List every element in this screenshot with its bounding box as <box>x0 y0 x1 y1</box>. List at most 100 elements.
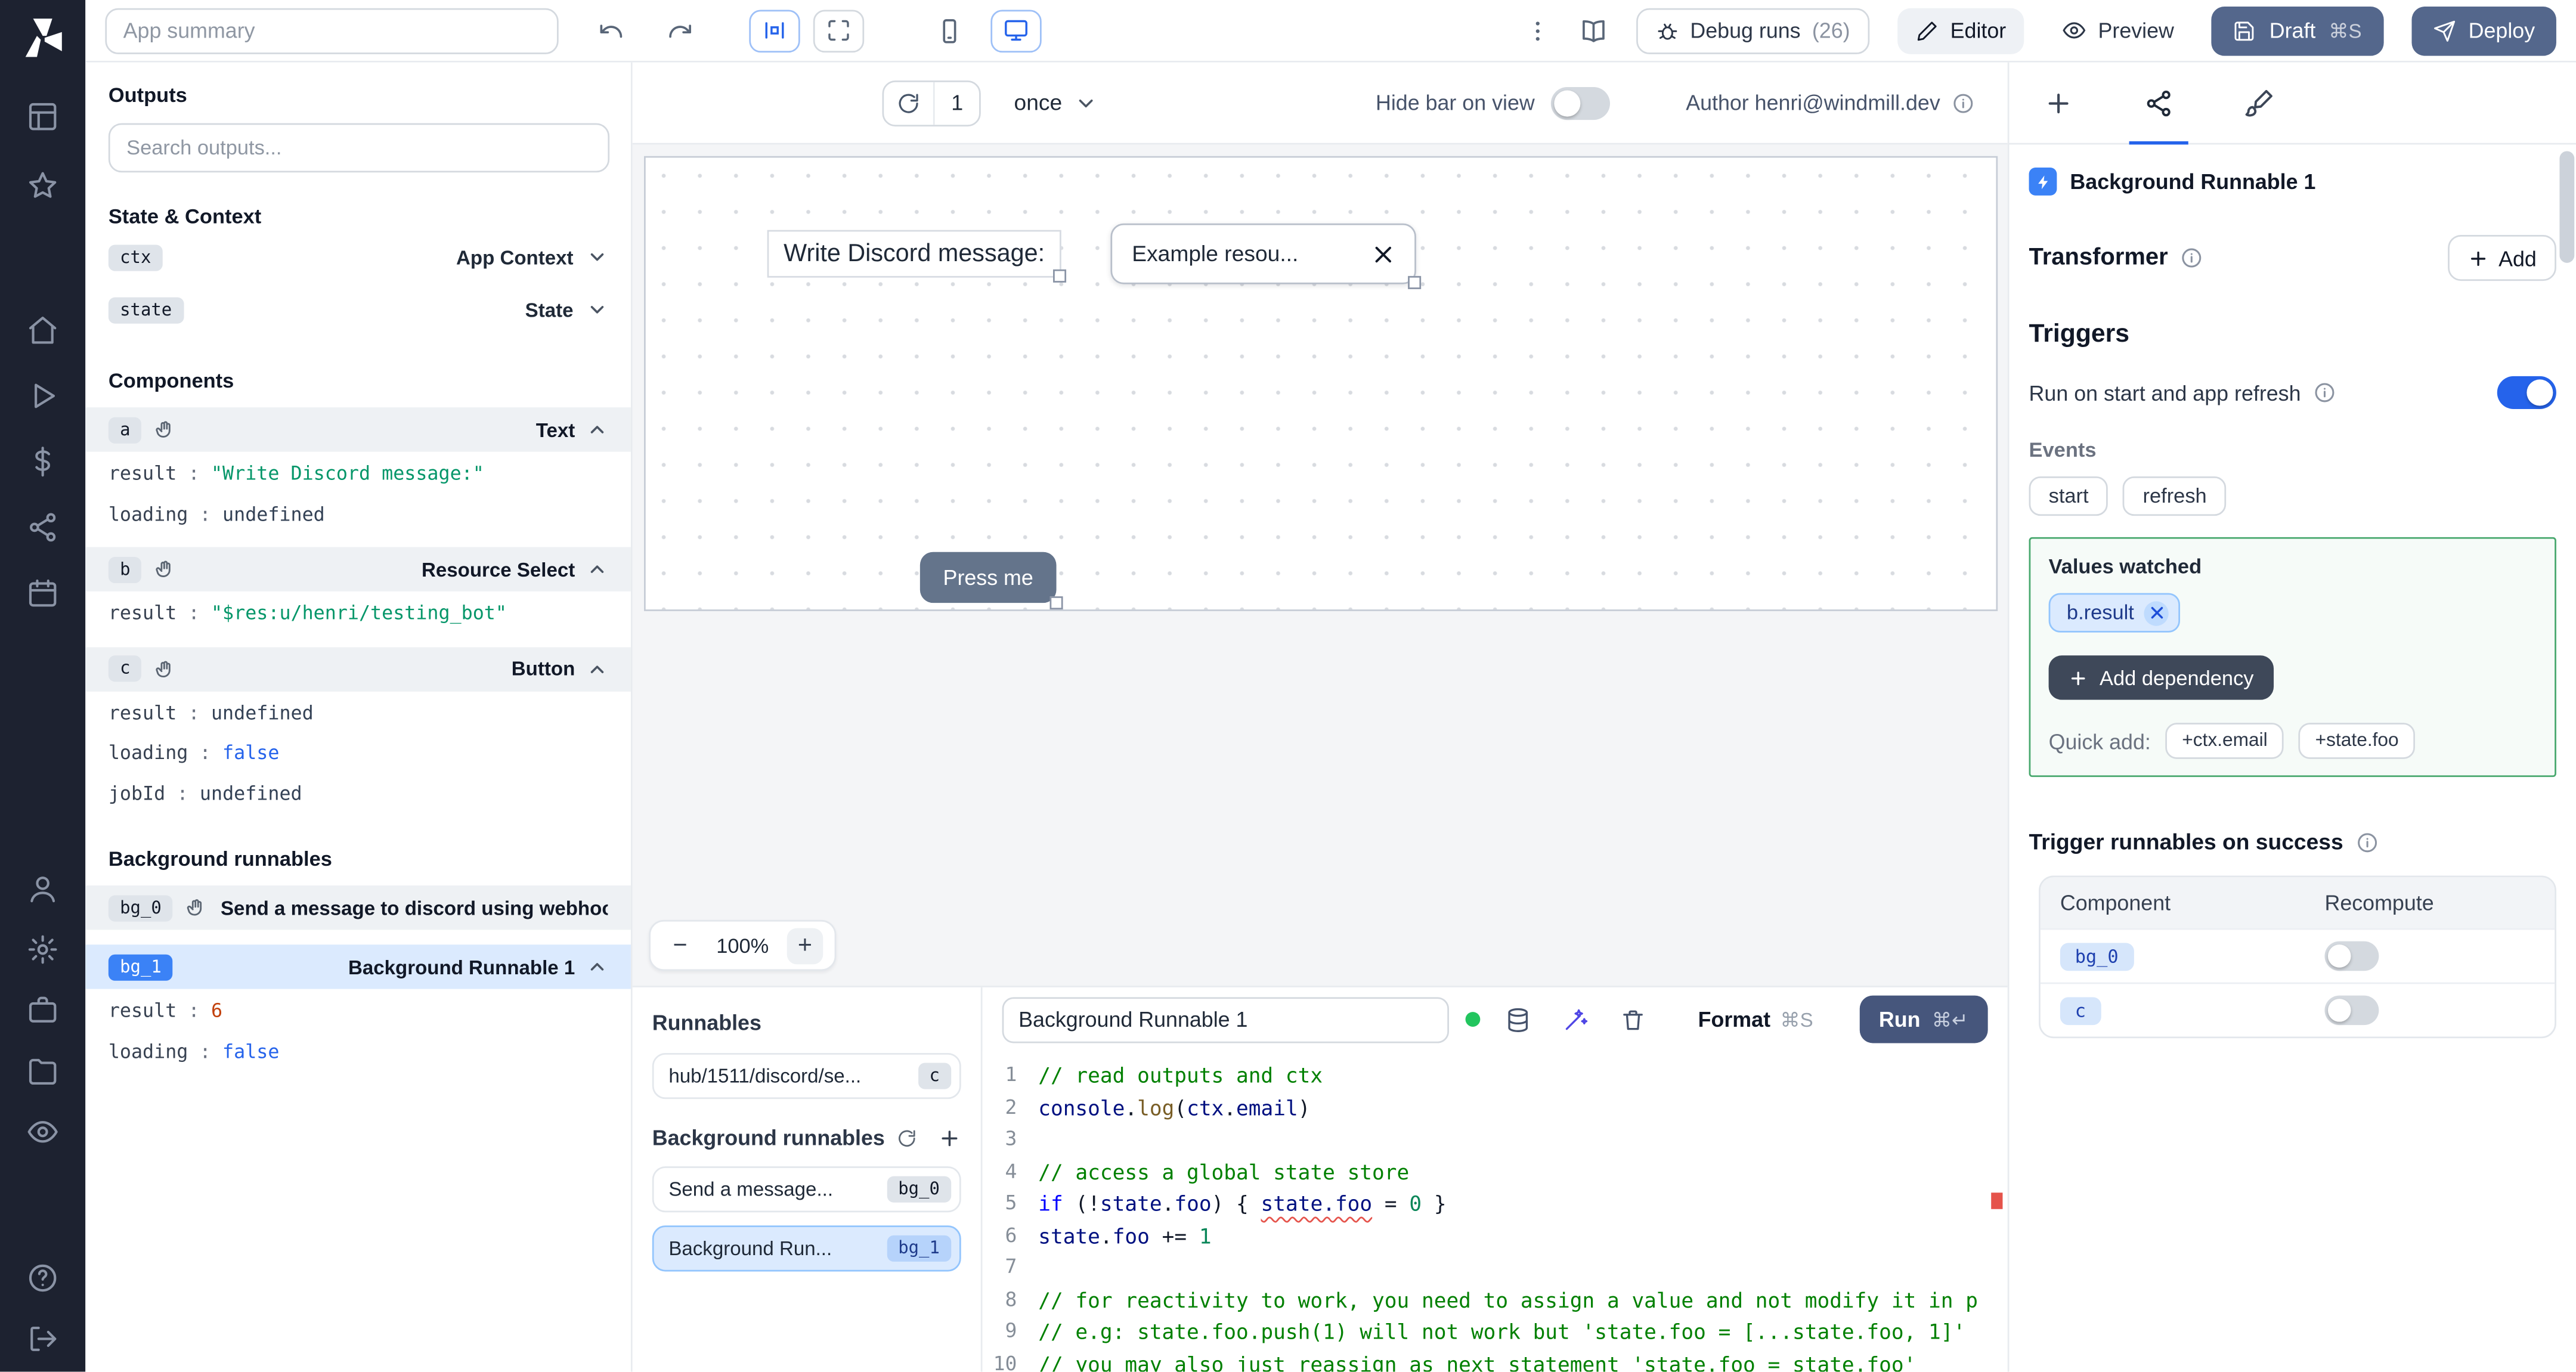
resources-icon[interactable] <box>26 511 59 544</box>
chevron-down-icon[interactable] <box>587 299 608 320</box>
bg0-row[interactable]: bg_0 Send a message to discord using web… <box>85 885 631 930</box>
info-icon[interactable] <box>2357 831 2380 854</box>
runnable-item-hub[interactable]: hub/1511/discord/se... c <box>652 1053 961 1100</box>
watched-dependency-chip[interactable]: b.result <box>2048 593 2181 633</box>
run-button[interactable]: Run ⌘↵ <box>1859 995 1988 1043</box>
runs-icon[interactable] <box>26 379 59 412</box>
home-icon[interactable] <box>26 314 59 346</box>
connections-icon[interactable] <box>2129 63 2188 145</box>
component-c-header[interactable]: c Button <box>85 646 631 691</box>
redo-icon[interactable] <box>667 17 693 44</box>
info-icon[interactable] <box>1952 91 1975 114</box>
runnable-item-bg1-selected[interactable]: Background Run... bg_1 <box>652 1225 961 1272</box>
hide-bar-toggle[interactable] <box>1551 86 1611 119</box>
center-canvas-icon[interactable] <box>749 9 800 52</box>
component-chip-bg0[interactable]: bg_0 <box>2060 942 2134 970</box>
docs-book-icon[interactable] <box>1578 16 1608 45</box>
quick-add-state-foo[interactable]: +state.foo <box>2299 723 2416 759</box>
app-artboard[interactable]: Write Discord message: Example resou... … <box>643 156 1998 611</box>
chevron-up-icon[interactable] <box>587 956 608 977</box>
ctx-row[interactable]: ctx App Context <box>85 233 631 281</box>
resize-handle[interactable] <box>1408 275 1422 289</box>
clear-x-icon[interactable] <box>1372 242 1395 265</box>
workers-briefcase-icon[interactable] <box>26 994 59 1027</box>
kebab-menu-icon[interactable] <box>1524 17 1550 44</box>
remove-dependency-x-icon[interactable] <box>2144 600 2169 625</box>
hand-pointer-icon[interactable] <box>186 897 208 918</box>
favorites-star-icon[interactable] <box>26 169 59 202</box>
schedules-icon[interactable] <box>26 577 59 609</box>
code-line[interactable]: 2 console.log(ctx.email) <box>983 1092 2008 1124</box>
delete-trash-icon[interactable] <box>1619 1006 1645 1032</box>
settings-gear-icon[interactable] <box>26 933 59 966</box>
frequency-select[interactable]: once <box>1004 89 1107 117</box>
audit-eye-icon[interactable] <box>26 1116 59 1148</box>
windmill-logo[interactable] <box>20 15 66 61</box>
code-line[interactable]: 3 <box>983 1123 2008 1156</box>
component-a-header[interactable]: a Text <box>85 407 631 452</box>
search-outputs-input[interactable] <box>108 123 610 173</box>
code-line[interactable]: 5 if (!state.foo) { state.foo = 0 } <box>983 1188 2008 1220</box>
refresh-group[interactable]: 1 <box>882 79 982 126</box>
component-b-header[interactable]: b Resource Select <box>85 547 631 591</box>
code-line[interactable]: 7 <box>983 1252 2008 1284</box>
user-icon[interactable] <box>26 872 59 905</box>
event-chip-start[interactable]: start <box>2029 476 2109 516</box>
refresh-icon[interactable] <box>884 81 933 124</box>
runnable-item-bg0[interactable]: Send a message... bg_0 <box>652 1166 961 1213</box>
add-dependency-button[interactable]: Add dependency <box>2048 655 2274 700</box>
recompute-toggle-c[interactable] <box>2324 995 2379 1026</box>
chevron-down-icon[interactable] <box>587 246 608 268</box>
collapse-sidebar-icon[interactable] <box>26 1323 59 1355</box>
info-icon[interactable] <box>2179 246 2203 270</box>
text-component[interactable]: Write Discord message: <box>767 230 1066 283</box>
state-row[interactable]: state State <box>85 286 631 333</box>
fullscreen-icon[interactable] <box>813 9 865 52</box>
canvas[interactable]: Write Discord message: Example resou... … <box>632 144 2008 986</box>
preview-tab-button[interactable]: Preview <box>2052 17 2184 45</box>
runnable-name-input[interactable] <box>1002 996 1449 1043</box>
resize-handle[interactable] <box>1052 269 1066 283</box>
styling-brush-icon[interactable] <box>2244 63 2274 143</box>
event-chip-refresh[interactable]: refresh <box>2123 476 2227 516</box>
press-me-button[interactable]: Press me <box>919 552 1063 610</box>
folders-icon[interactable] <box>26 1055 59 1088</box>
deploy-button[interactable]: Deploy <box>2411 5 2556 55</box>
insert-plus-icon[interactable] <box>2044 63 2073 143</box>
chevron-up-icon[interactable] <box>587 658 608 679</box>
zoom-in-button[interactable]: + <box>787 927 823 964</box>
info-icon[interactable] <box>2312 381 2336 404</box>
quick-add-ctx-email[interactable]: +ctx.email <box>2165 723 2284 759</box>
desktop-view-icon[interactable] <box>990 9 1042 52</box>
hand-pointer-icon[interactable] <box>155 419 177 441</box>
app-summary-input[interactable] <box>105 7 559 54</box>
cache-database-icon[interactable] <box>1504 1006 1531 1032</box>
recompute-toggle-bg0[interactable] <box>2324 941 2379 971</box>
run-on-start-toggle[interactable] <box>2497 376 2556 410</box>
draft-button[interactable]: Draft ⌘S <box>2212 5 2383 55</box>
format-button[interactable]: Format ⌘S <box>1688 1005 1823 1033</box>
scrollbar-thumb[interactable] <box>2559 151 2575 263</box>
code-line[interactable]: 1 // read outputs and ctx <box>983 1060 2008 1092</box>
debug-runs-button[interactable]: Debug runs (26) <box>1636 7 1870 54</box>
component-chip-c[interactable]: c <box>2060 996 2101 1024</box>
help-icon[interactable] <box>26 1262 59 1294</box>
undo-icon[interactable] <box>598 17 624 44</box>
chevron-up-icon[interactable] <box>587 419 608 441</box>
code-editor[interactable]: 1 // read outputs and ctx 2 console.log(ctx… <box>982 1051 2008 1372</box>
editor-tab-button[interactable]: Editor <box>1897 7 2024 54</box>
hand-pointer-icon[interactable] <box>155 658 177 679</box>
add-transformer-button[interactable]: Add <box>2447 234 2556 281</box>
resource-select-component[interactable]: Example resou... <box>1110 223 1422 289</box>
variables-icon[interactable] <box>26 445 59 478</box>
mobile-view-icon[interactable] <box>936 17 962 44</box>
zoom-out-button[interactable]: − <box>662 927 698 964</box>
bg1-row-selected[interactable]: bg_1 Background Runnable 1 <box>85 944 631 989</box>
code-line[interactable]: 4 // access a global state store <box>983 1156 2008 1188</box>
chevron-up-icon[interactable] <box>587 559 608 580</box>
code-line[interactable]: 6 state.foo += 1 <box>983 1220 2008 1252</box>
resize-handle[interactable] <box>1049 596 1063 610</box>
hand-pointer-icon[interactable] <box>155 559 177 580</box>
apps-icon[interactable] <box>26 100 59 133</box>
add-runnable-button[interactable] <box>938 1126 961 1150</box>
